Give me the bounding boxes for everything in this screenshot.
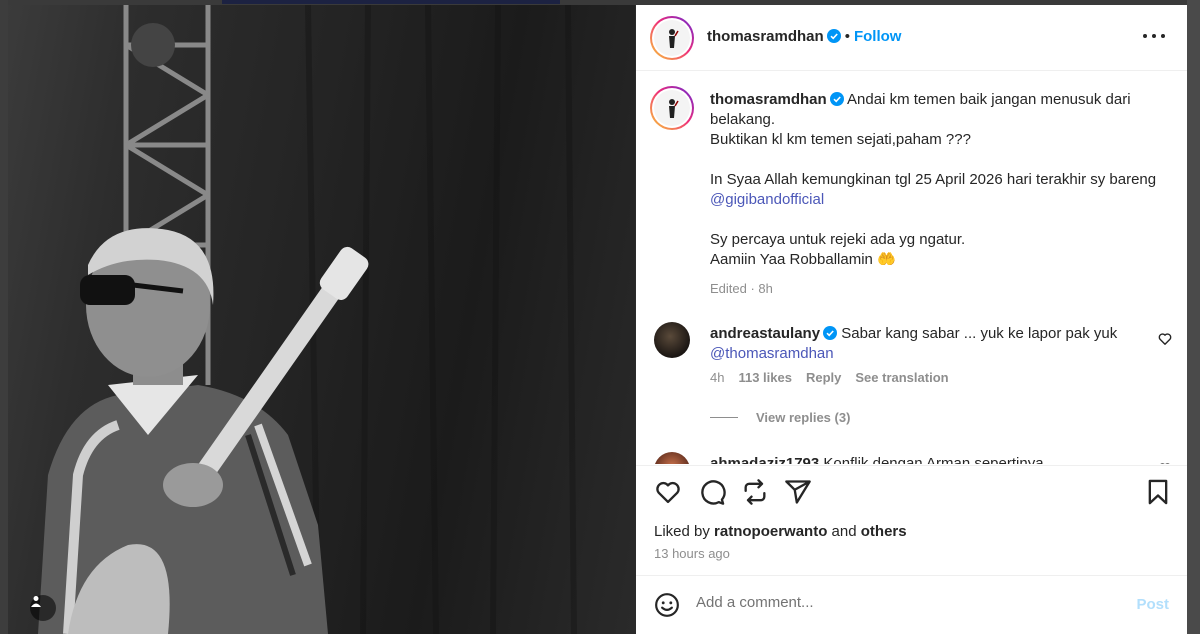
commenter-avatar[interactable] <box>654 322 690 358</box>
liked-by-and: and <box>827 523 861 540</box>
see-translation-button[interactable]: See translation <box>855 370 948 385</box>
follow-button[interactable]: Follow <box>854 28 902 45</box>
commenter-avatar[interactable] <box>654 452 690 464</box>
page-left-edge <box>0 0 8 634</box>
post-detail-panel: thomasramdhan • Follow thomasramdhan Andai… <box>636 5 1187 634</box>
comment-item: ahmadaziz1793 Konflik dengan Arman seper… <box>654 452 1174 464</box>
view-replies-button[interactable]: View replies (3) <box>710 410 850 425</box>
caption-line-3: In Syaa Allah kemungkinan tgl 25 April 2… <box>710 171 1157 188</box>
comment-likes[interactable]: 113 likes <box>738 370 792 385</box>
comment-like-heart-icon[interactable] <box>1158 462 1172 464</box>
liked-by-others[interactable]: others <box>861 523 907 540</box>
post-timestamp: 13 hours ago <box>654 546 730 561</box>
caption-mention-link[interactable]: @gigibandofficial <box>710 191 824 208</box>
more-options-button[interactable] <box>1143 27 1165 45</box>
commenter-username[interactable]: ahmadaziz1793 <box>710 455 819 464</box>
replies-divider-line <box>710 417 738 418</box>
comment-mention-link[interactable]: @thomasramdhan <box>710 345 834 362</box>
post-photo[interactable] <box>8 5 635 634</box>
post-header: thomasramdhan • Follow <box>636 5 1187 71</box>
comment-text: ahmadaziz1793 Konflik dengan Arman seper… <box>710 454 1150 464</box>
verified-icon <box>826 29 841 43</box>
author-avatar[interactable] <box>650 16 694 60</box>
comments-scroll-area[interactable]: thomasramdhan Andai km temen baik jangan… <box>636 72 1187 464</box>
comment-age: 4h <box>710 370 725 385</box>
comment-composer: Post <box>636 575 1187 634</box>
caption-tail: Sy percaya untuk rejeki ada yg ngatur. A… <box>710 231 966 268</box>
comment-meta: 4h 113 likes Reply See translation <box>710 370 949 385</box>
header-author-line: thomasramdhan • Follow <box>707 28 901 46</box>
repost-icon[interactable] <box>741 478 769 506</box>
avatar-figure-icon <box>669 29 679 48</box>
reply-button[interactable]: Reply <box>806 370 841 385</box>
top-accent-bar <box>222 0 560 4</box>
more-icon <box>1143 34 1147 38</box>
caption-author-avatar[interactable] <box>650 86 694 130</box>
bookmark-icon[interactable] <box>1144 478 1172 506</box>
header-separator: • <box>844 28 850 45</box>
caption-author-username[interactable]: thomasramdhan <box>710 91 827 108</box>
post-comment-button[interactable]: Post <box>1136 596 1169 613</box>
share-icon[interactable] <box>784 478 812 506</box>
emoji-icon[interactable] <box>654 592 680 618</box>
comment-icon[interactable] <box>698 478 726 506</box>
add-comment-input[interactable] <box>696 594 1116 611</box>
comment-body: Sabar kang sabar ... yuk ke lapor pak yu… <box>841 325 1118 342</box>
user-tag-button[interactable] <box>30 595 56 621</box>
avatar-figure-icon <box>669 99 679 118</box>
post-actions: Liked by ratnopoerwanto and others 13 ho… <box>636 465 1187 575</box>
user-tag-icon <box>31 596 41 607</box>
musician-photo-illustration <box>38 5 577 634</box>
author-username[interactable]: thomasramdhan <box>707 28 824 45</box>
more-icon-dot <box>1161 34 1165 38</box>
comment-item: andreastaulany Sabar kang sabar ... yuk … <box>654 322 1174 432</box>
comment-body: Konflik dengan Arman sepertinya <box>823 455 1044 464</box>
liked-by-text: Liked by ratnopoerwanto and others <box>654 523 907 540</box>
verified-icon <box>823 326 838 340</box>
page-right-edge <box>1187 0 1200 634</box>
comment-text: andreastaulany Sabar kang sabar ... yuk … <box>710 324 1150 364</box>
view-replies-label: View replies (3) <box>756 410 851 425</box>
more-icon-dot <box>1152 34 1156 38</box>
liked-by-prefix: Liked by <box>654 523 715 540</box>
caption-meta: Edited · 8h <box>710 281 773 296</box>
liked-by-user[interactable]: ratnopoerwanto <box>714 523 827 540</box>
comment-like-heart-icon[interactable] <box>1158 332 1172 346</box>
caption-text: thomasramdhan Andai km temen baik jangan… <box>710 90 1160 270</box>
verified-icon <box>829 92 844 106</box>
commenter-username[interactable]: andreastaulany <box>710 325 820 342</box>
caption-line-2: Buktikan kl km temen sejati,paham ??? <box>710 131 971 148</box>
heart-icon[interactable] <box>654 478 682 506</box>
